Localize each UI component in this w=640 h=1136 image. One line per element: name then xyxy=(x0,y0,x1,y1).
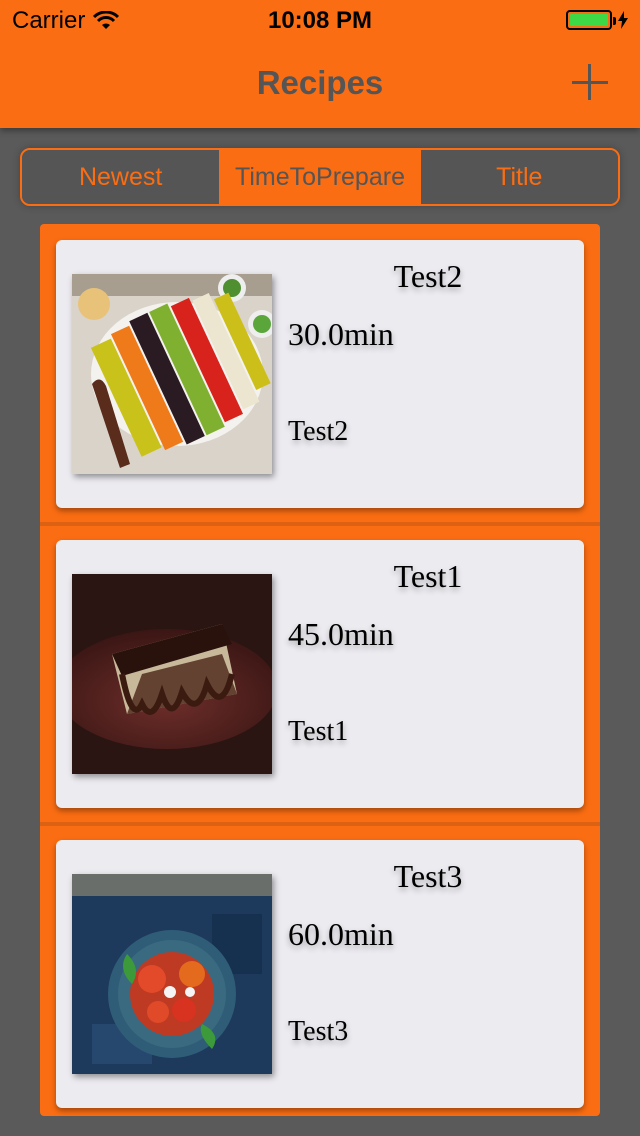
recipe-list[interactable]: Test2 30.0min Test2 Test1 45.0min Test1 … xyxy=(40,224,600,1116)
recipe-description: Test3 xyxy=(288,1016,349,1047)
add-recipe-button[interactable] xyxy=(570,62,610,102)
recipe-time: 30.0min xyxy=(288,316,394,352)
recipe-row[interactable]: Test3 60.0min Test3 xyxy=(40,824,600,1124)
recipe-title: Test2 xyxy=(393,258,463,294)
recipe-title: Test1 xyxy=(393,558,463,594)
recipe-row[interactable]: Test2 30.0min Test2 xyxy=(40,224,600,526)
navigation-bar: Carrier 10:08 PM Recipes xyxy=(0,0,640,128)
segment-time-to-prepare[interactable]: TimeToPrepare xyxy=(219,150,419,204)
segment-newest[interactable]: Newest xyxy=(22,150,220,204)
sort-segmented-control[interactable]: Newest TimeToPrepare Title xyxy=(20,148,620,206)
recipe-description: Test2 xyxy=(288,416,349,447)
recipe-title: Test3 xyxy=(393,858,463,894)
recipe-image-cake xyxy=(72,574,272,774)
recipe-card[interactable]: Test3 60.0min Test3 xyxy=(56,840,584,1108)
recipe-time: 45.0min xyxy=(288,616,394,652)
battery-indicator xyxy=(566,10,628,30)
recipe-image-tomato-bowl xyxy=(72,874,272,1074)
charging-bolt-icon xyxy=(618,11,628,29)
status-bar: Carrier 10:08 PM xyxy=(0,0,640,40)
recipe-card[interactable]: Test2 30.0min Test2 xyxy=(56,240,584,508)
status-time: 10:08 PM xyxy=(267,7,373,34)
recipe-time: 60.0min xyxy=(288,916,394,952)
page-title: Recipes xyxy=(256,64,384,101)
recipe-card[interactable]: Test1 45.0min Test1 xyxy=(56,540,584,808)
recipe-image-salad xyxy=(72,274,272,474)
segment-title[interactable]: Title xyxy=(418,150,618,204)
recipe-description: Test1 xyxy=(288,716,349,747)
battery-icon xyxy=(566,10,616,30)
recipe-row[interactable]: Test1 45.0min Test1 xyxy=(40,524,600,826)
